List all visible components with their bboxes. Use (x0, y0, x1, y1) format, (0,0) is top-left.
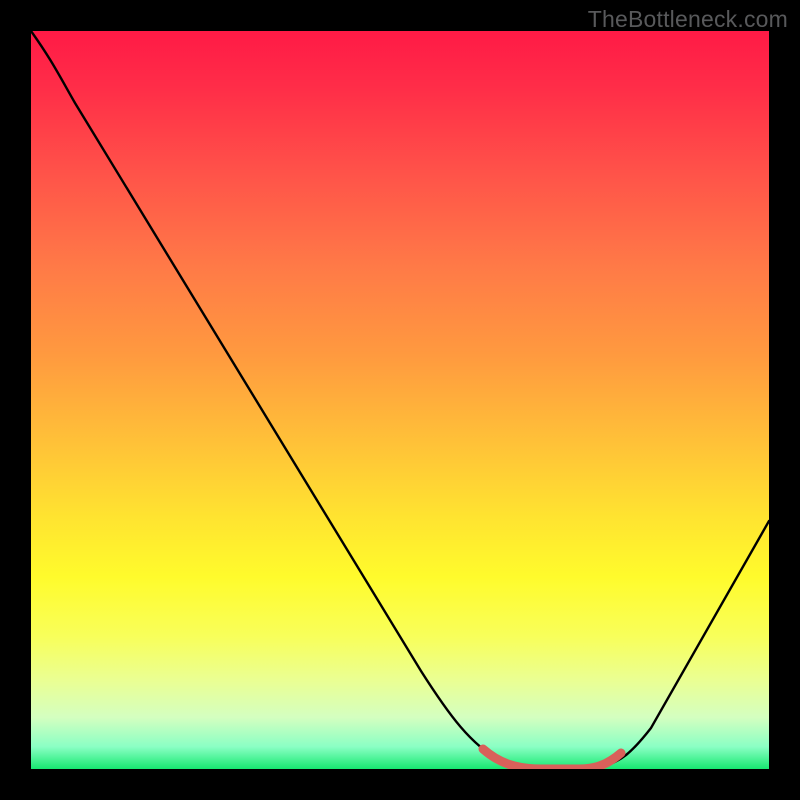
chart-frame: TheBottleneck.com (0, 0, 800, 800)
plot-area (31, 31, 769, 769)
watermark-text: TheBottleneck.com (588, 6, 788, 33)
highlight-segment (483, 749, 621, 769)
main-curve (31, 31, 769, 769)
curve-layer (31, 31, 769, 769)
